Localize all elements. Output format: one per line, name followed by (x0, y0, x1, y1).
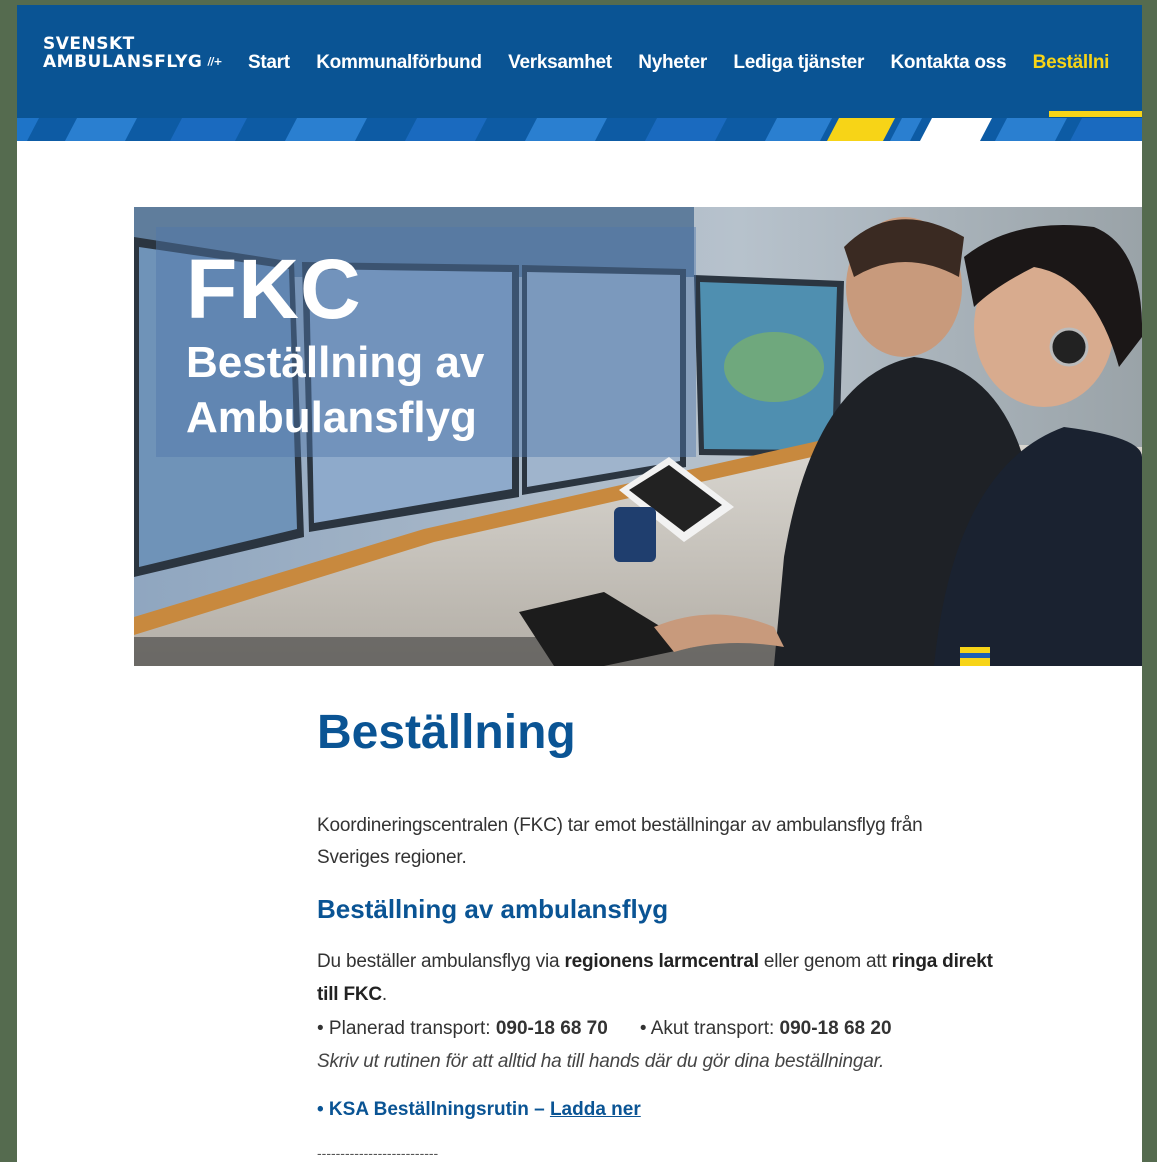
ksa-download: • KSA Beställningsrutin – Ladda ner (317, 1097, 641, 1123)
order-text-1: Du beställer ambulansflyg via (317, 951, 565, 972)
section-heading: Beställning av ambulansflyg (317, 894, 669, 924)
acute-transport-number: 090-18 68 20 (779, 1018, 892, 1039)
hero-title: FKC (186, 242, 362, 336)
logo-mark: //+ (207, 55, 222, 68)
nav-item-kontakta-oss[interactable]: Kontakta oss (891, 52, 1007, 74)
ksa-label: • KSA Beställningsrutin – (317, 1099, 550, 1120)
logo-line-1: SVENSKT (43, 34, 135, 54)
phone-numbers: • Planerad transport: 090-18 68 70 • Akut… (317, 1012, 892, 1045)
nav-item-bestallning[interactable]: Beställni (1033, 52, 1110, 74)
order-instructions: Du beställer ambulansflyg via regionens … (317, 945, 1017, 1011)
header-stripe (17, 118, 1142, 141)
hero-subtitle: Beställning av Ambulansflyg (186, 338, 485, 442)
planned-transport-label: • Planerad transport: (317, 1018, 496, 1039)
page: SVENSKT AMBULANSFLYG //+ Start Kommunalfö… (17, 5, 1142, 1162)
order-text-3: . (381, 984, 387, 1005)
main-content: Beställning Koordineringscentralen (FKC)… (317, 705, 1017, 1161)
print-note: Skriv ut rutinen för att alltid ha till … (317, 1051, 885, 1072)
nav-item-lediga-tjanster[interactable]: Lediga tjänster (733, 52, 864, 74)
page-title: Beställning (317, 706, 576, 759)
site-logo[interactable]: SVENSKT AMBULANSFLYG //+ (43, 34, 223, 72)
active-nav-indicator (1049, 111, 1142, 117)
acute-transport-label: • Akut transport: (639, 1018, 780, 1039)
nav-item-nyheter[interactable]: Nyheter (638, 52, 707, 74)
main-nav: Start Kommunalförbund Verksamhet Nyheter… (248, 52, 1131, 74)
nav-item-start[interactable]: Start (248, 52, 290, 74)
nav-item-verksamhet[interactable]: Verksamhet (508, 52, 612, 74)
site-header: SVENSKT AMBULANSFLYG //+ Start Kommunalfö… (17, 5, 1142, 118)
divider: -------------------------- (317, 1145, 439, 1161)
download-link[interactable]: Ladda ner (550, 1099, 641, 1120)
order-text-2: eller genom att (758, 951, 892, 972)
intro-text: Koordineringscentralen (FKC) tar emot be… (317, 815, 923, 868)
planned-transport-number: 090-18 68 70 (495, 1018, 608, 1039)
nav-item-kommunalforbund[interactable]: Kommunalförbund (316, 52, 482, 74)
hero-banner: FKC Beställning av Ambulansflyg (134, 207, 1142, 666)
order-bold-1: regionens larmcentral (564, 951, 759, 972)
logo-line-2: AMBULANSFLYG (43, 52, 203, 72)
